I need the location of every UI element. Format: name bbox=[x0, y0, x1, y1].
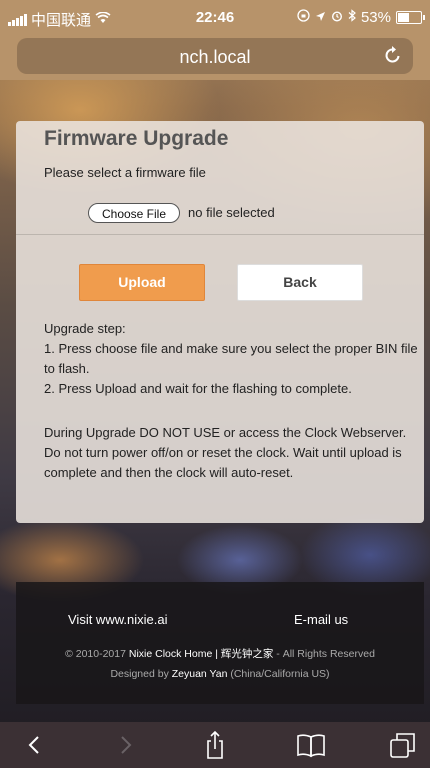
battery-percent: 53% bbox=[360, 9, 391, 26]
select-file-prompt: Please select a firmware file bbox=[44, 165, 206, 180]
home-link[interactable]: Nixie Clock Home | 辉光钟之家 bbox=[129, 648, 274, 660]
reload-icon[interactable] bbox=[383, 44, 403, 72]
forward-icon[interactable] bbox=[108, 728, 142, 762]
visit-website-link[interactable]: Visit www.nixie.ai bbox=[68, 612, 167, 627]
page-title: Firmware Upgrade bbox=[44, 127, 229, 150]
file-status-text: no file selected bbox=[188, 205, 275, 220]
divider bbox=[16, 234, 424, 235]
designer-location: (China/California US) bbox=[230, 668, 330, 680]
url-field[interactable]: nch.local bbox=[17, 38, 413, 74]
tabs-icon[interactable] bbox=[386, 728, 420, 762]
status-bar: 中国联通 22:46 53% bbox=[0, 0, 430, 34]
step-1: 1. Press choose file and make sure you s… bbox=[44, 341, 418, 376]
steps-heading: Upgrade step: bbox=[44, 321, 126, 336]
browser-toolbar bbox=[0, 722, 430, 768]
bookmarks-icon[interactable] bbox=[294, 728, 328, 762]
copyright-prefix: © 2010-2017 bbox=[65, 648, 126, 660]
firmware-upgrade-card: Firmware Upgrade Please select a firmwar… bbox=[16, 121, 424, 523]
url-text: nch.local bbox=[179, 47, 251, 67]
step-2: 2. Press Upload and wait for the flashin… bbox=[44, 381, 352, 396]
upgrade-steps: Upgrade step: 1. Press choose file and m… bbox=[44, 319, 424, 399]
location-icon bbox=[315, 9, 326, 26]
battery-icon bbox=[396, 11, 425, 24]
bluetooth-icon bbox=[348, 9, 356, 26]
site-footer: Visit www.nixie.ai E-mail us © 2010-2017… bbox=[16, 582, 424, 704]
orientation-lock-icon bbox=[297, 9, 310, 26]
upgrade-warning: During Upgrade DO NOT USE or access the … bbox=[44, 425, 407, 480]
choose-file-button[interactable]: Choose File bbox=[88, 203, 180, 223]
designer-link[interactable]: Zeyuan Yan bbox=[172, 668, 228, 680]
browser-address-bar: nch.local bbox=[0, 34, 430, 80]
back-icon[interactable] bbox=[18, 728, 52, 762]
upload-button[interactable]: Upload bbox=[79, 264, 205, 301]
email-link[interactable]: E-mail us bbox=[294, 612, 348, 627]
designed-prefix: Designed by bbox=[110, 668, 169, 680]
copyright-suffix: - All Rights Reserved bbox=[276, 648, 375, 660]
share-icon[interactable] bbox=[198, 728, 232, 762]
copyright-line: © 2010-2017 Nixie Clock Home | 辉光钟之家 - A… bbox=[16, 646, 424, 661]
alarm-icon bbox=[331, 9, 343, 26]
back-button[interactable]: Back bbox=[237, 264, 363, 301]
designed-by-line: Designed by Zeyuan Yan (China/California… bbox=[16, 668, 424, 680]
